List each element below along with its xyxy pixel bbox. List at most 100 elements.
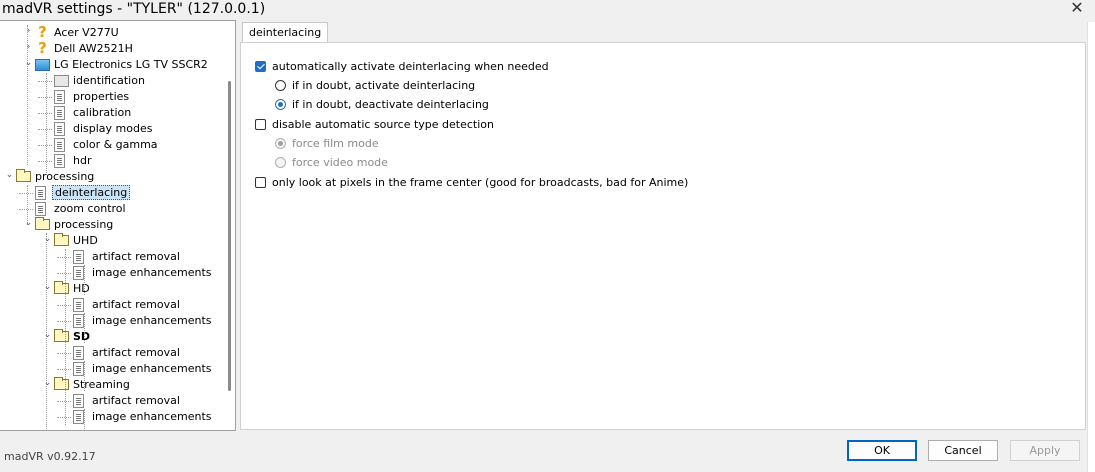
tree-item-label[interactable]: properties (71, 90, 131, 104)
tree-connector (38, 161, 52, 162)
tree-item-label[interactable]: image enhancements (90, 314, 214, 328)
tree-item[interactable]: hdr (0, 153, 235, 169)
document-icon (73, 346, 84, 360)
tree-item-label[interactable]: SD (71, 330, 92, 344)
tree-item[interactable]: image enhancements (0, 313, 235, 329)
auto-activate-checkbox[interactable] (255, 61, 266, 72)
frame-center-checkbox[interactable] (255, 177, 266, 188)
force-film-label: force film mode (292, 137, 379, 150)
tree-item[interactable]: ›? Acer V277U (0, 23, 235, 41)
document-icon (73, 362, 84, 376)
tree-item-label[interactable]: Streaming (71, 378, 132, 392)
doubt-activate-label[interactable]: if in doubt, activate deinterlacing (292, 78, 475, 94)
collapse-arrow-icon[interactable]: ⌄ (43, 331, 52, 340)
cancel-button[interactable]: Cancel (928, 440, 998, 461)
tree-item-label[interactable]: deinterlacing (52, 185, 131, 200)
auto-activate-label[interactable]: automatically activate deinterlacing whe… (272, 59, 549, 75)
expand-arrow-icon[interactable]: › (24, 27, 33, 36)
collapse-arrow-icon[interactable]: ⌄ (24, 219, 33, 228)
id-card-icon (54, 75, 69, 87)
tree-item[interactable]: image enhancements (0, 265, 235, 281)
tree-connector (65, 249, 66, 425)
collapse-arrow-icon[interactable]: ⌄ (24, 59, 33, 68)
tree-item-label[interactable]: image enhancements (90, 410, 214, 424)
tree-connector (57, 369, 71, 370)
document-icon (54, 90, 65, 104)
apply-button[interactable]: Apply (1010, 440, 1080, 461)
tree-item-label[interactable]: hdr (71, 154, 93, 168)
tree-item[interactable]: ⌄ processing (0, 217, 235, 233)
disable-auto-detect-label[interactable]: disable automatic source type detection (272, 117, 494, 133)
document-icon (73, 410, 84, 424)
collapse-arrow-icon[interactable]: ⌄ (43, 283, 52, 292)
tree-item-label[interactable]: artifact removal (90, 346, 182, 360)
ok-button[interactable]: OK (847, 440, 917, 461)
expand-arrow-icon[interactable]: › (24, 43, 33, 52)
tree-item[interactable]: ⌄ Streaming (0, 377, 235, 393)
collapse-arrow-icon[interactable]: ⌄ (43, 235, 52, 244)
document-icon (54, 106, 65, 120)
tree-item-label[interactable]: Dell AW2521H (52, 42, 135, 56)
tree-item[interactable]: artifact removal (0, 249, 235, 265)
tree-item[interactable]: image enhancements (0, 409, 235, 425)
window-scrollbar[interactable] (1087, 22, 1095, 472)
tree-item-label[interactable]: color & gamma (71, 138, 160, 152)
tree-item-label[interactable]: zoom control (52, 202, 128, 216)
tree-item[interactable]: display modes (0, 121, 235, 137)
deinterlacing-page: automatically activate deinterlacing whe… (240, 42, 1086, 430)
tree-item-label[interactable]: processing (33, 170, 96, 184)
question-icon: ? (38, 39, 47, 57)
tree-connector (84, 265, 85, 295)
tree-connector (38, 113, 52, 114)
tree-item-label[interactable]: identification (71, 74, 147, 88)
tree-connector (57, 273, 71, 274)
tree-connector (57, 401, 71, 402)
tree-item[interactable]: identification (0, 73, 235, 89)
tree-connector (46, 73, 47, 173)
tab-deinterlacing[interactable]: deinterlacing (242, 22, 329, 43)
tree-item-label[interactable]: Acer V277U (52, 26, 121, 40)
tree-item-label[interactable]: LG Electronics LG TV SSCR2 (52, 58, 210, 72)
tree-item-label[interactable]: HD (71, 282, 92, 296)
tree-item[interactable]: artifact removal (0, 345, 235, 361)
tree-connector (19, 209, 33, 210)
settings-panel: deinterlacing automatically activate dei… (238, 20, 1086, 430)
tree-item[interactable]: ⌄ HD (0, 281, 235, 297)
tree-item[interactable]: ⌄ processing (0, 169, 235, 185)
tree-item[interactable]: artifact removal (0, 297, 235, 313)
tree-item[interactable]: image enhancements (0, 361, 235, 377)
collapse-arrow-icon[interactable]: ⌄ (5, 171, 14, 180)
frame-center-label[interactable]: only look at pixels in the frame center … (272, 175, 688, 191)
version-label: madVR v0.92.17 (4, 450, 96, 463)
tree-item-label[interactable]: image enhancements (90, 266, 214, 280)
doubt-deactivate-radio[interactable] (275, 99, 286, 110)
tree-item[interactable]: color & gamma (0, 137, 235, 153)
doubt-activate-radio[interactable] (275, 80, 286, 91)
close-icon[interactable]: ✕ (1067, 0, 1087, 18)
tree-item[interactable]: artifact removal (0, 393, 235, 409)
tree-item[interactable]: deinterlacing (0, 185, 235, 201)
tree-item[interactable]: properties (0, 89, 235, 105)
tree-connector (57, 353, 71, 354)
tree-item[interactable]: calibration (0, 105, 235, 121)
folder-icon (54, 377, 69, 390)
tree-item-label[interactable]: artifact removal (90, 394, 182, 408)
settings-tree[interactable]: ›? Acer V277U ›? Dell AW2521H ⌄ LG Electronic… (0, 20, 236, 431)
tree-item-label[interactable]: processing (52, 218, 115, 232)
tree-item-label[interactable]: artifact removal (90, 298, 182, 312)
tree-item[interactable]: ⌄ LG Electronics LG TV SSCR2 (0, 57, 235, 73)
tree-connector (27, 185, 28, 225)
tree-item[interactable]: ⌄ SD (0, 329, 235, 345)
tree-item-label[interactable]: artifact removal (90, 250, 182, 264)
tree-item[interactable]: zoom control (0, 201, 235, 217)
tree-item-label[interactable]: image enhancements (90, 362, 214, 376)
tree-item-label[interactable]: calibration (71, 106, 133, 120)
doubt-deactivate-label[interactable]: if in doubt, deactivate deinterlacing (292, 97, 489, 113)
tree-item[interactable]: ›? Dell AW2521H (0, 39, 235, 57)
tree-item[interactable]: ⌄ UHD (0, 233, 235, 249)
collapse-arrow-icon[interactable]: ⌄ (43, 379, 52, 388)
tree-item-label[interactable]: UHD (71, 234, 100, 248)
disable-auto-detect-checkbox[interactable] (255, 119, 266, 130)
tree-item-label[interactable]: display modes (71, 122, 154, 136)
question-icon: ? (38, 23, 47, 41)
